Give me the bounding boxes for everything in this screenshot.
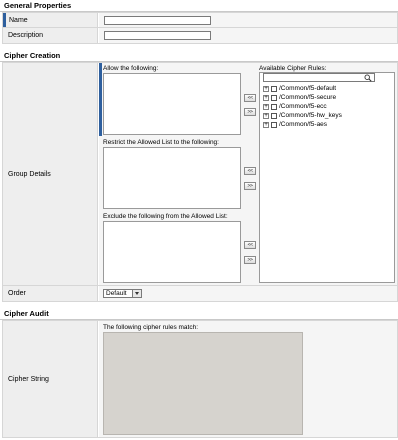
rule-label: /Common/f5-hw_keys	[279, 112, 342, 119]
rule-label: /Common/f5-default	[279, 85, 337, 92]
description-label: Description	[3, 28, 98, 43]
cipher-string-value-cell: The following cipher rules match:	[99, 321, 397, 437]
available-rules-label: Available Cipher Rules:	[259, 65, 327, 72]
description-input[interactable]	[104, 31, 211, 40]
restrict-list[interactable]	[103, 147, 241, 209]
order-select[interactable]: Default	[103, 289, 142, 298]
match-label: The following cipher rules match:	[103, 324, 199, 331]
order-label: Order	[3, 286, 98, 301]
allow-label: Allow the following:	[103, 65, 159, 72]
rule-checkbox[interactable]	[271, 103, 277, 110]
expand-icon[interactable]: +	[263, 121, 269, 128]
cipher-match-results	[103, 332, 303, 435]
expand-icon[interactable]: +	[263, 112, 269, 119]
order-value-cell: Default	[99, 286, 397, 301]
order-row: Order Default	[2, 286, 398, 302]
name-input[interactable]	[104, 16, 211, 25]
rule-item[interactable]: + /Common/f5-default	[263, 84, 336, 93]
group-details-label: Group Details	[3, 63, 98, 285]
rule-item[interactable]: + /Common/f5-secure	[263, 93, 336, 102]
search-icon[interactable]	[364, 74, 372, 82]
allow-list[interactable]	[103, 73, 241, 135]
expand-icon[interactable]: +	[263, 103, 269, 110]
rule-label: /Common/f5-ecc	[279, 103, 327, 110]
rule-checkbox[interactable]	[271, 85, 277, 92]
name-label: Name	[3, 13, 98, 27]
rule-checkbox[interactable]	[271, 121, 277, 128]
restrict-remove-button[interactable]: >>	[244, 182, 256, 190]
cipher-creation-header: Cipher Creation	[0, 50, 398, 62]
name-value-cell	[99, 13, 397, 27]
rule-item[interactable]: + /Common/f5-hw_keys	[263, 111, 342, 120]
rules-search-input[interactable]	[263, 73, 375, 82]
available-rules-list[interactable]: + /Common/f5-default + /Common/f5-secure + /C…	[259, 72, 395, 283]
cipher-string-label: Cipher String	[3, 321, 98, 437]
exclude-label: Exclude the following from the Allowed L…	[103, 213, 228, 220]
name-row: Name	[2, 12, 398, 28]
exclude-add-button[interactable]: <<	[244, 241, 256, 249]
rule-item[interactable]: + /Common/f5-aes	[263, 120, 327, 129]
restrict-add-button[interactable]: <<	[244, 167, 256, 175]
exclude-list[interactable]	[103, 221, 241, 283]
rule-item[interactable]: + /Common/f5-ecc	[263, 102, 327, 111]
rule-label: /Common/f5-aes	[279, 121, 328, 128]
chevron-down-icon	[132, 290, 141, 297]
description-value-cell	[99, 28, 397, 43]
group-details-value-cell: Allow the following: << >> Restrict the …	[99, 63, 397, 285]
expand-icon[interactable]: +	[263, 85, 269, 92]
group-details-row: Group Details Allow the following: << >>…	[2, 62, 398, 286]
rule-checkbox[interactable]	[271, 112, 277, 119]
allow-focus-bar	[99, 63, 102, 136]
general-properties-header: General Properties	[0, 0, 398, 12]
restrict-label: Restrict the Allowed List to the followi…	[103, 139, 219, 146]
allow-add-button[interactable]: <<	[244, 94, 256, 102]
cipher-audit-header: Cipher Audit	[0, 308, 398, 320]
rule-label: /Common/f5-secure	[279, 94, 337, 101]
order-select-value: Default	[106, 290, 127, 297]
allow-remove-button[interactable]: >>	[244, 108, 256, 116]
cipher-string-row: Cipher String The following cipher rules…	[2, 320, 398, 438]
expand-icon[interactable]: +	[263, 94, 269, 101]
rule-checkbox[interactable]	[271, 94, 277, 101]
description-row: Description	[2, 28, 398, 44]
exclude-remove-button[interactable]: >>	[244, 256, 256, 264]
